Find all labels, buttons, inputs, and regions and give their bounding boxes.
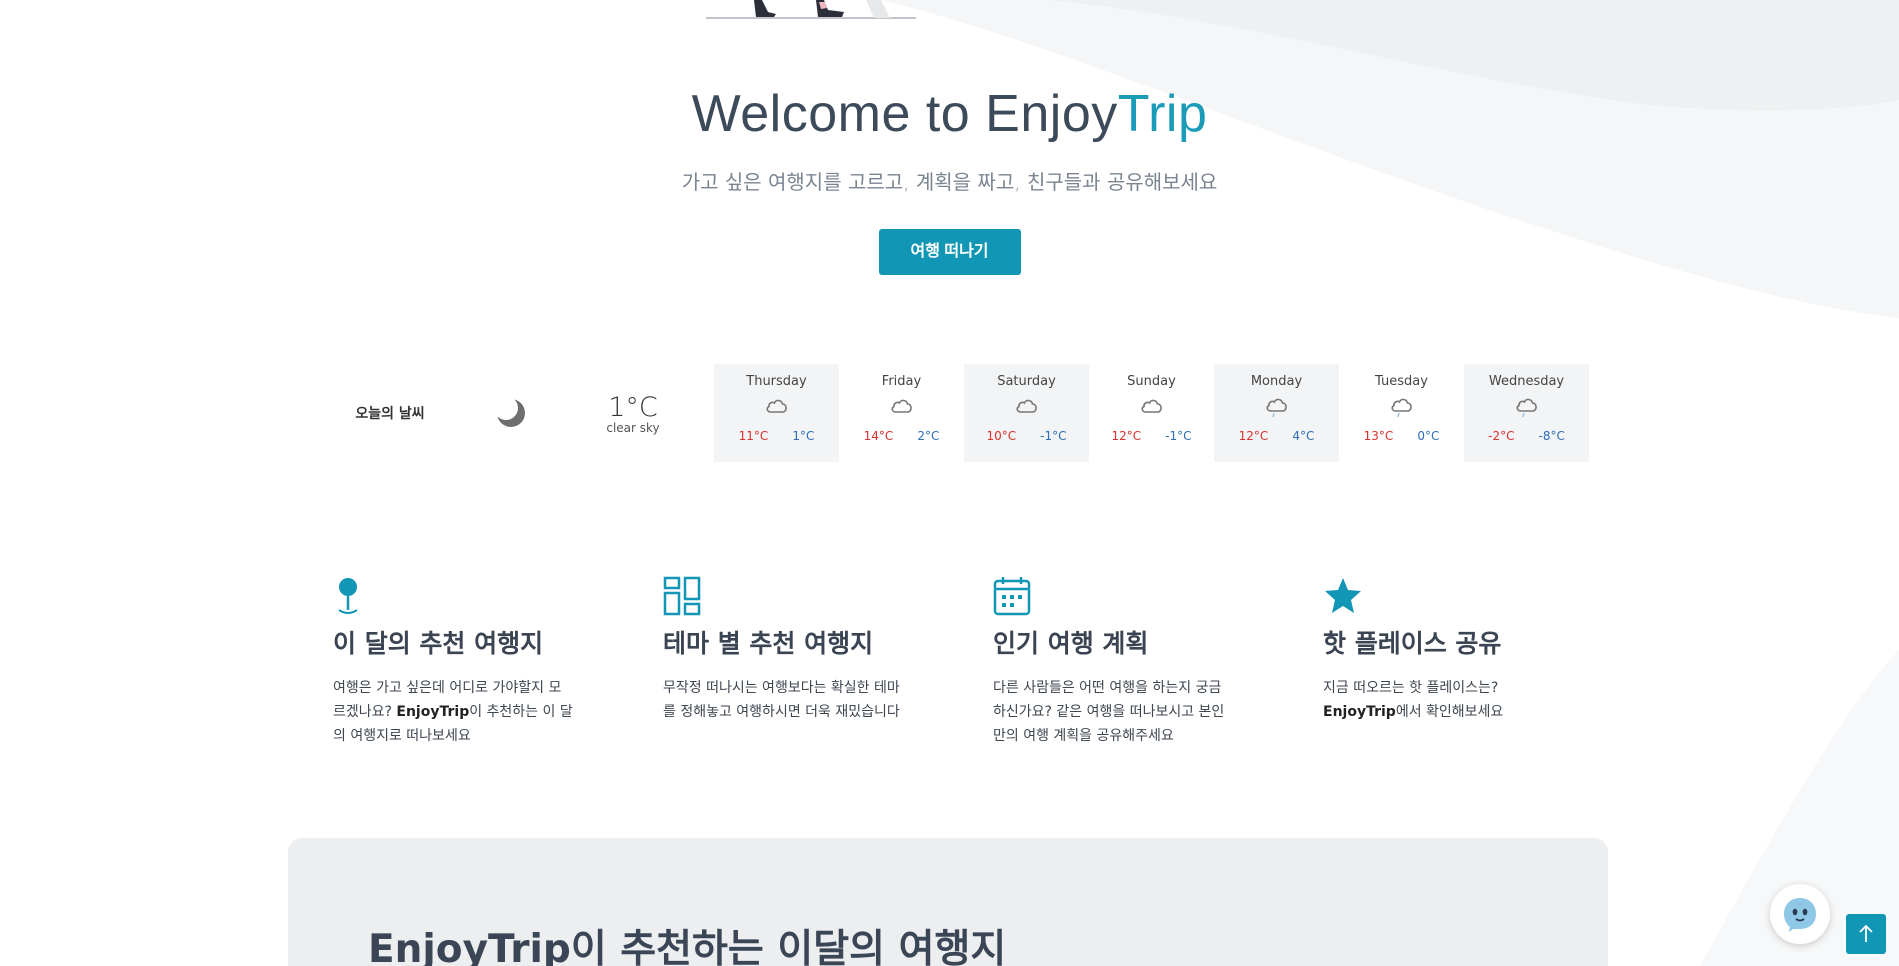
day-name: Friday [881,374,922,389]
cloud-icon [839,395,964,423]
high-temp: 13°C [1363,429,1394,443]
high-temp: 14°C [863,429,894,443]
cloud-icon [1089,395,1214,423]
day-name: Wednesday [1488,374,1565,389]
hero-title-accent: Trip [1117,85,1208,143]
feature-item: 인기 여행 계획 다른 사람들은 어떤 여행을 하는지 궁금하신가요? 같은 여… [993,576,1323,748]
recommend-section: EnjoyTrip이 추천하는 이달의 여행지 [288,838,1608,966]
hero-title: Welcome to EnjoyTrip [0,84,1899,144]
high-temp: -2°C [1488,429,1515,443]
hero-illustration [706,0,916,19]
forecast-day: Tuesday 13°C 0°C [1339,364,1464,462]
chatbot-face-icon [1784,898,1816,932]
forecast-day: Saturday 10°C -1°C [964,364,1089,462]
chatbot-button[interactable] [1770,884,1830,944]
star-icon [1323,576,1653,618]
moon-icon [450,397,572,429]
rain-cloud-icon [1214,395,1339,423]
high-temp: 12°C [1111,429,1142,443]
feature-title: 인기 여행 계획 [993,629,1149,658]
current-description: clear sky [606,420,660,435]
low-temp: 2°C [917,429,940,443]
cloud-icon [714,395,839,423]
low-temp: 4°C [1292,429,1315,443]
feature-item: 핫 플레이스 공유 지금 떠오르는 핫 플레이스는? EnjoyTrip에서 확… [1323,576,1653,748]
rain-cloud-icon [1339,395,1464,423]
low-temp: 1°C [792,429,815,443]
weather-widget: 오늘의 날씨 1°C clear sky Thursday 11°C 1°C Fr… [330,364,1596,462]
cloud-icon [964,395,1089,423]
high-temp: 10°C [986,429,1017,443]
forecast-day: Sunday 12°C -1°C [1089,364,1214,462]
calendar-icon [993,576,1323,618]
forecast-list: Thursday 11°C 1°C Friday 14°C 2°C Saturday… [714,364,1589,462]
arrow-up-icon [1859,924,1873,942]
low-temp: -1°C [1040,429,1067,443]
feature-description: 여행은 가고 싶은데 어디로 가야할지 모르겠나요? EnjoyTrip이 추천… [333,680,573,744]
forecast-day: Friday 14°C 2°C [839,364,964,462]
low-temp: -1°C [1165,429,1192,443]
map-pin-icon [333,576,663,618]
feature-item: 이 달의 추천 여행지 여행은 가고 싶은데 어디로 가야할지 모르겠나요? E… [333,576,663,748]
feature-description: 지금 떠오르는 핫 플레이스는? EnjoyTrip에서 확인해보세요 [1323,680,1504,720]
high-temp: 12°C [1238,429,1269,443]
hero-section: Welcome to EnjoyTrip 가고 싶은 여행지를 고르고, 계획을… [0,84,1899,275]
rain-cloud-icon [1464,395,1589,423]
day-name: Sunday [1127,374,1176,389]
feature-title: 이 달의 추천 여행지 [333,629,544,658]
feature-title: 핫 플레이스 공유 [1323,629,1502,658]
day-name: Tuesday [1375,374,1428,389]
weather-label: 오늘의 날씨 [355,406,425,422]
forecast-day: Thursday 11°C 1°C [714,364,839,462]
feature-item: 테마 별 추천 여행지 무작정 떠나시는 여행보다는 확실한 테마를 정해놓고 … [663,576,993,748]
grid-layout-icon [663,576,993,618]
hero-title-main: Welcome to Enjoy [691,85,1118,143]
feature-description: 다른 사람들은 어떤 여행을 하는지 궁금하신가요? 같은 여행을 떠나보시고 … [993,680,1225,744]
low-temp: 0°C [1417,429,1440,443]
recommend-title: EnjoyTrip이 추천하는 이달의 여행지 [368,927,1007,966]
forecast-day: Wednesday -2°C -8°C [1464,364,1589,462]
feature-list: 이 달의 추천 여행지 여행은 가고 싶은데 어디로 가야할지 모르겠나요? E… [333,576,1663,748]
forecast-day: Monday 12°C 4°C [1214,364,1339,462]
current-temperature: 1°C [608,391,658,423]
day-name: Monday [1250,374,1303,389]
feature-title: 테마 별 추천 여행지 [663,629,874,658]
current-weather: 1°C clear sky [572,392,694,435]
low-temp: -8°C [1538,429,1565,443]
scroll-to-top-button[interactable] [1846,914,1886,954]
hero-subtitle: 가고 싶은 여행지를 고르고, 계획을 짜고, 친구들과 공유해보세요 [681,170,1218,194]
day-name: Saturday [997,374,1056,389]
high-temp: 11°C [738,429,769,443]
day-name: Thursday [746,374,807,389]
feature-description: 무작정 떠나시는 여행보다는 확실한 테마를 정해놓고 여행하시면 더욱 재밌습… [663,680,900,720]
start-trip-button[interactable]: 여행 떠나기 [878,229,1021,275]
